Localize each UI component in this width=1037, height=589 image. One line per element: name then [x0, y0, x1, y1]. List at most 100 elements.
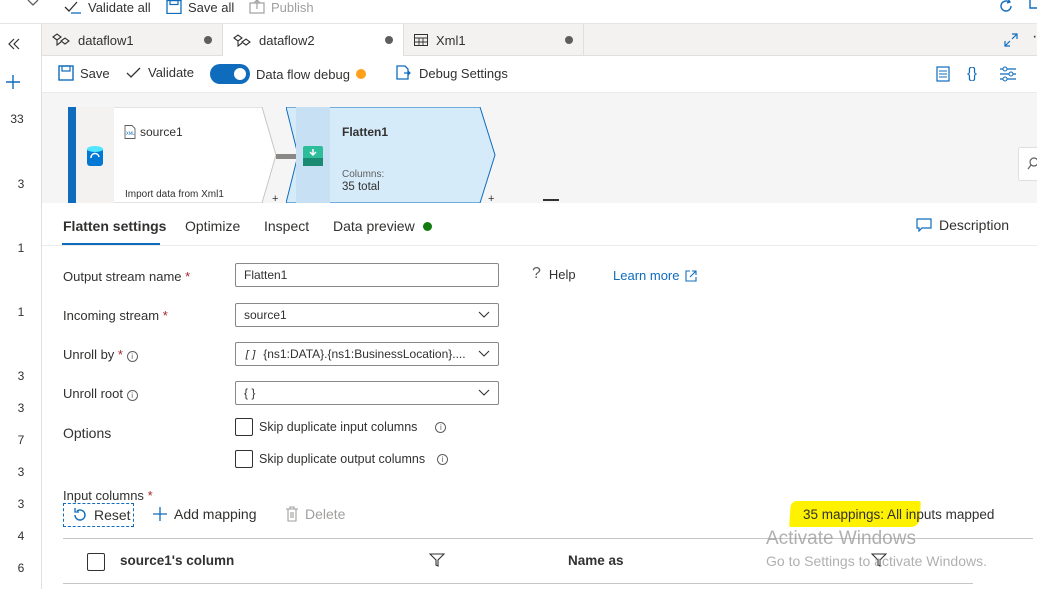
- debug-settings-label: Debug Settings: [419, 65, 508, 81]
- info-icon[interactable]: i: [126, 351, 138, 362]
- validate-button[interactable]: Validate: [126, 65, 194, 80]
- publish-button[interactable]: Publish: [249, 0, 314, 15]
- more-icon[interactable]: ·: [1032, 28, 1037, 46]
- output-stream-input[interactable]: Flatten1: [235, 263, 499, 287]
- skip-duplicate-output-checkbox[interactable]: Skip duplicate output columns i: [235, 450, 449, 468]
- rail-number: 3: [17, 465, 25, 479]
- unsaved-dot: [565, 36, 573, 44]
- rail-number: 1: [17, 305, 25, 319]
- table-header-border: [63, 583, 973, 584]
- tab-label: Xml1: [436, 32, 466, 48]
- save-all-label: Save all: [188, 0, 235, 15]
- help-icon: ?: [532, 265, 541, 282]
- unroll-root-value: { }: [244, 386, 256, 400]
- canvas-zoom-control[interactable]: [1018, 147, 1037, 181]
- filter-icon[interactable]: [429, 553, 445, 567]
- delete-label: Delete: [305, 506, 346, 522]
- rail-number: 3: [17, 401, 25, 415]
- select-all-checkbox[interactable]: [87, 553, 105, 571]
- info-icon[interactable]: i: [126, 390, 138, 401]
- check-icon: [126, 67, 141, 78]
- incoming-stream-label-text: Incoming stream: [63, 308, 160, 323]
- source-node-subtitle: Import data from Xml1: [125, 189, 224, 200]
- tab-label: dataflow1: [78, 32, 134, 48]
- skip-output-label: Skip duplicate output columns: [259, 452, 426, 466]
- info-icon[interactable]: i: [437, 453, 449, 465]
- data-flow-debug-toggle[interactable]: Data flow debug: [210, 64, 366, 84]
- code-icon[interactable]: {}: [967, 65, 977, 82]
- properties-icon[interactable]: [999, 66, 1017, 82]
- save-all-button[interactable]: Save all: [166, 0, 234, 15]
- add-mapping-button[interactable]: Add mapping: [152, 506, 257, 522]
- delete-button[interactable]: Delete: [285, 506, 345, 522]
- unroll-root-select[interactable]: { }: [235, 381, 499, 405]
- validate-label: Validate: [148, 65, 195, 80]
- tab-xml1[interactable]: Xml1: [404, 24, 584, 56]
- preview-status-dot: [423, 222, 432, 231]
- reset-button[interactable]: Reset: [63, 503, 134, 527]
- input-columns-label: Input columns *: [63, 488, 153, 503]
- xml-file-icon: XML: [124, 125, 136, 139]
- learn-more-label: Learn more: [613, 268, 680, 283]
- incoming-stream-select[interactable]: source1: [235, 303, 499, 327]
- unroll-by-label: Unroll by * i: [63, 347, 138, 362]
- tab-flatten-settings[interactable]: Flatten settings: [63, 218, 166, 234]
- dataflow-canvas[interactable]: XML source1 Import data from Xml1 + Flat…: [42, 93, 1037, 203]
- help-link[interactable]: ? Help: [532, 265, 576, 283]
- unroll-by-select[interactable]: [] {ns1:DATA}.{ns1:BusinessLocation}....: [235, 342, 499, 366]
- tab-inspect[interactable]: Inspect: [264, 218, 309, 234]
- add-icon[interactable]: [5, 74, 21, 90]
- settings-panel: Flatten settings Optimize Inspect Data p…: [42, 203, 1037, 589]
- unsaved-dot: [385, 36, 393, 44]
- rail-number: 1: [17, 241, 25, 255]
- left-rail: 33 3 1 1 3 3 7 3 3 4 6: [0, 24, 42, 589]
- debug-toggle-switch[interactable]: [210, 64, 250, 84]
- discard-icon[interactable]: [1028, 0, 1037, 14]
- table-icon: [414, 34, 428, 46]
- refresh-icon[interactable]: [998, 0, 1014, 14]
- array-icon: []: [244, 348, 258, 361]
- svg-text:XML: XML: [126, 131, 135, 136]
- expand-icon[interactable]: [1004, 33, 1018, 47]
- flatten-node[interactable]: Flatten1 Columns: 35 total +: [286, 107, 501, 203]
- resize-handle[interactable]: [543, 199, 559, 201]
- source-db-icon: [86, 145, 104, 167]
- chevron-down-icon[interactable]: [26, 0, 40, 8]
- publish-label: Publish: [271, 0, 314, 15]
- tab-dataflow1[interactable]: dataflow1: [42, 24, 223, 56]
- info-icon[interactable]: i: [435, 421, 447, 433]
- source-node[interactable]: XML source1 Import data from Xml1 +: [68, 107, 278, 203]
- learn-more-link[interactable]: Learn more: [613, 268, 698, 283]
- column-header-name-as: Name as: [568, 553, 624, 568]
- source-node-name: source1: [140, 125, 183, 139]
- tab-dataflow2[interactable]: dataflow2: [223, 24, 404, 57]
- script-icon[interactable]: [935, 66, 951, 82]
- output-stream-value: Flatten1: [244, 268, 288, 282]
- debug-settings-button[interactable]: Debug Settings: [395, 65, 508, 81]
- flatten-columns-label: Columns:: [342, 169, 385, 180]
- add-mapping-label: Add mapping: [174, 506, 257, 522]
- incoming-stream-value: source1: [244, 308, 287, 322]
- open-external-icon: [685, 269, 698, 282]
- collapse-icon[interactable]: [7, 38, 21, 50]
- add-step-icon[interactable]: +: [272, 193, 278, 203]
- tab-optimize[interactable]: Optimize: [185, 218, 240, 234]
- checkbox-box[interactable]: [235, 418, 253, 436]
- comment-icon: [916, 218, 932, 232]
- unroll-root-label-text: Unroll root: [63, 386, 123, 401]
- trash-icon: [286, 506, 298, 522]
- checkbox-box[interactable]: [235, 450, 253, 468]
- tab-divider: [42, 245, 1037, 246]
- add-step-icon[interactable]: +: [488, 193, 494, 203]
- chevron-down-icon: [478, 350, 490, 357]
- skip-duplicate-input-checkbox[interactable]: Skip duplicate input columns i: [235, 418, 447, 436]
- description-button[interactable]: Description: [916, 217, 1009, 233]
- validate-all-button[interactable]: Validate all: [64, 0, 151, 15]
- rail-number: 4: [17, 529, 25, 543]
- incoming-stream-label: Incoming stream *: [63, 308, 168, 323]
- required-marker: *: [162, 308, 168, 323]
- tab-data-preview[interactable]: Data preview: [333, 218, 415, 234]
- validate-check-icon: [64, 1, 81, 14]
- save-button[interactable]: Save: [58, 65, 110, 81]
- rail-number: 3: [17, 369, 25, 383]
